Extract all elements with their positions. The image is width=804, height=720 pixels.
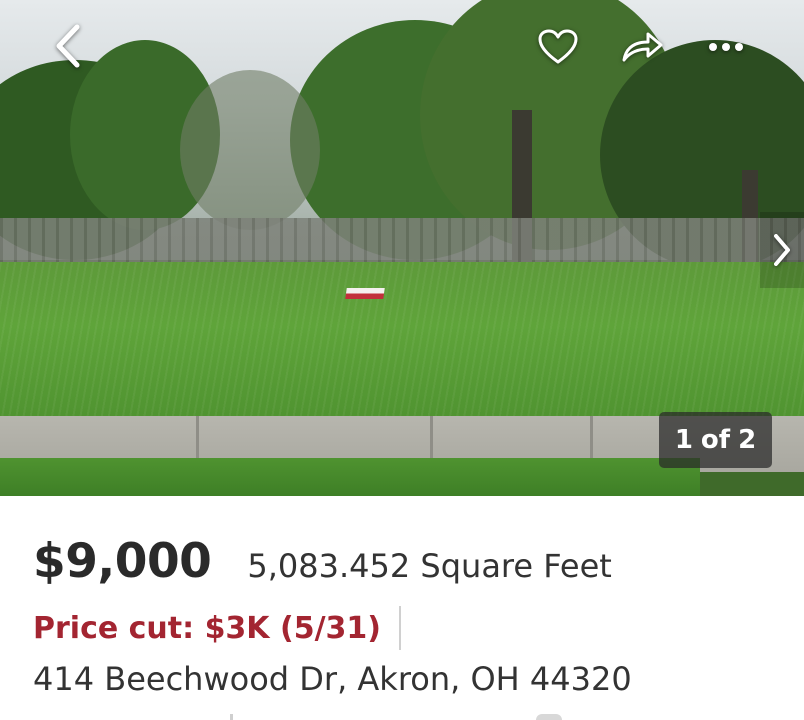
price-row: $9,000 5,083.452 Square Feet [33,534,612,589]
photo-lawn [0,262,804,422]
chevron-right-icon [774,234,790,266]
listing-price: $9,000 [33,534,212,589]
next-photo-button[interactable] [760,212,804,288]
more-dots-icon [709,43,743,51]
photo-counter-current: 1 [674,425,693,455]
listing-photo[interactable]: 1 of 2 [0,0,804,496]
price-cut-label: Price cut: $3K (5/31) [33,610,382,646]
back-button[interactable] [44,20,92,72]
heart-icon [538,29,578,64]
lot-area: 5,083.452 Square Feet [247,547,612,585]
share-arrow-icon [622,32,663,62]
more-options-button[interactable] [700,24,752,70]
vertical-divider [399,606,402,650]
photo-counter: 1 of 2 [659,412,772,468]
bottom-partial-icon [536,714,562,720]
price-cut-row: Price cut: $3K (5/31) [33,606,402,650]
photo-yard-sign [345,288,385,299]
photo-counter-total: 2 [738,425,757,455]
favorite-button[interactable] [532,22,584,72]
share-button[interactable] [614,22,670,72]
listing-address[interactable]: 414 Beechwood Dr, Akron, OH 44320 [33,660,632,698]
bottom-partial-divider [230,714,233,720]
photo-front-grass [0,458,700,496]
chevron-left-icon [56,24,80,68]
photo-counter-separator: of [700,425,731,455]
photo-tree [180,70,320,230]
